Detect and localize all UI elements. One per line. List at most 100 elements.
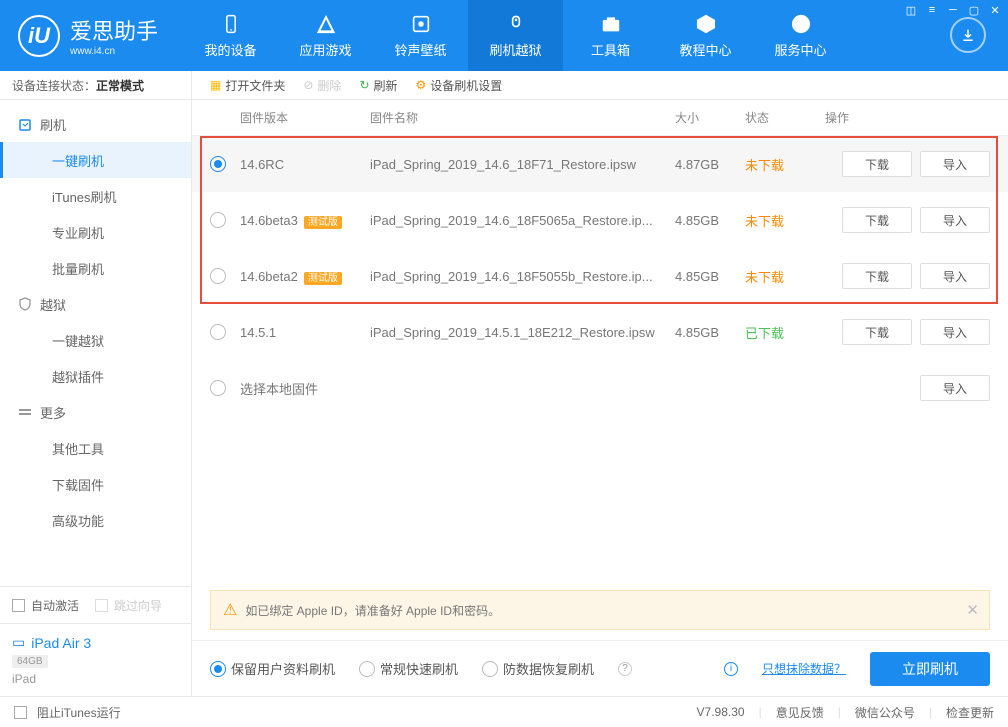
sidebar-item[interactable]: 专业刷机 xyxy=(0,214,191,250)
firmware-row[interactable]: 14.6beta3测试版iPad_Spring_2019_14.6_18F506… xyxy=(192,192,1008,248)
row-size: 4.85GB xyxy=(675,269,745,284)
sidebar-group[interactable]: 越狱 xyxy=(0,286,191,322)
mode-bar: 保留用户资料刷机 常规快速刷机 防数据恢复刷机 ? i 只想抹除数据？ 立即刷机 xyxy=(192,640,1008,696)
tip-text: 如已绑定 Apple ID，请准备好 Apple ID和密码。 xyxy=(245,602,500,619)
nav-icon xyxy=(220,13,242,35)
firmware-row[interactable]: 14.6beta2测试版iPad_Spring_2019_14.6_18F505… xyxy=(192,248,1008,304)
nav-tab-4[interactable]: 工具箱 xyxy=(563,0,658,71)
group-icon xyxy=(18,405,32,419)
nav-tab-6[interactable]: 服务中心 xyxy=(753,0,848,71)
minimize-icon[interactable]: ─ xyxy=(944,2,962,18)
mode-radio[interactable] xyxy=(482,661,498,677)
settings-button[interactable]: ⚙设备刷机设置 xyxy=(416,77,503,94)
status-value: 正常模式 xyxy=(96,77,144,94)
sidebar-group[interactable]: 更多 xyxy=(0,394,191,430)
nav-icon xyxy=(695,13,717,35)
mode-option[interactable]: 防数据恢复刷机 xyxy=(482,659,594,678)
device-icon: ▭ xyxy=(12,634,25,651)
status-bar: 设备连接状态： 正常模式 xyxy=(0,71,191,100)
sidebar-item[interactable]: 一键刷机 xyxy=(0,142,191,178)
auto-activate-checkbox[interactable] xyxy=(12,599,25,612)
nav-tab-1[interactable]: 应用游戏 xyxy=(278,0,373,71)
row-radio[interactable] xyxy=(210,324,226,340)
row-version: 14.6beta3测试版 xyxy=(240,213,370,228)
close-icon[interactable]: ✕ xyxy=(986,2,1004,18)
beta-badge: 测试版 xyxy=(304,216,342,229)
nav-icon xyxy=(315,13,337,35)
row-action-button[interactable]: 导入 xyxy=(920,151,990,177)
mode-radio[interactable] xyxy=(359,661,375,677)
row-action-button[interactable]: 导入 xyxy=(920,319,990,345)
nav-label: 刷机越狱 xyxy=(490,40,542,59)
device-info[interactable]: ▭iPad Air 3 64GB iPad xyxy=(0,623,191,696)
row-action-button[interactable]: 下载 xyxy=(842,263,912,289)
row-radio[interactable] xyxy=(210,156,226,172)
firmware-row[interactable]: 14.5.1iPad_Spring_2019_14.5.1_18E212_Res… xyxy=(192,304,1008,360)
row-version: 14.6beta2测试版 xyxy=(240,269,370,284)
sidebar-item[interactable]: 下载固件 xyxy=(0,466,191,502)
tip-bar: ⚠ 如已绑定 Apple ID，请准备好 Apple ID和密码。 ✕ xyxy=(210,590,990,630)
erase-link[interactable]: 只想抹除数据？ xyxy=(762,660,846,677)
sidebar-item[interactable]: 一键越狱 xyxy=(0,322,191,358)
nav-tab-3[interactable]: 刷机越狱 xyxy=(468,0,563,71)
info-icon: i xyxy=(724,662,738,676)
col-status: 状态 xyxy=(745,109,825,126)
beta-badge: 测试版 xyxy=(304,272,342,285)
row-action-button[interactable]: 下载 xyxy=(842,151,912,177)
row-action-button[interactable]: 导入 xyxy=(920,263,990,289)
nav-icon xyxy=(790,13,812,35)
col-size: 大小 xyxy=(675,109,745,126)
toolbar: ▦打开文件夹 ⊘删除 ↻刷新 ⚙设备刷机设置 xyxy=(192,71,1008,100)
feedback-link[interactable]: 意见反馈 xyxy=(776,704,824,721)
nav-label: 应用游戏 xyxy=(300,40,352,59)
skip-guide-label: 跳过向导 xyxy=(114,597,162,614)
sidebar-item[interactable]: iTunes刷机 xyxy=(0,178,191,214)
row-status: 已下载 xyxy=(745,323,825,342)
download-circle-icon[interactable] xyxy=(950,17,986,53)
firmware-row[interactable]: 14.6RCiPad_Spring_2019_14.6_18F71_Restor… xyxy=(192,136,1008,192)
row-version: 14.5.1 xyxy=(240,325,370,340)
version-label: V7.98.30 xyxy=(697,705,745,719)
mode-radio[interactable] xyxy=(210,661,226,677)
firmware-row[interactable]: 选择本地固件 导入 xyxy=(192,360,1008,416)
nav-label: 我的设备 xyxy=(205,40,257,59)
row-radio[interactable] xyxy=(210,268,226,284)
help-icon[interactable]: ? xyxy=(618,662,632,676)
row-version: 选择本地固件 xyxy=(240,379,370,398)
sidebar-item[interactable]: 越狱插件 xyxy=(0,358,191,394)
main-panel: ▦打开文件夹 ⊘删除 ↻刷新 ⚙设备刷机设置 固件版本 固件名称 大小 状态 操… xyxy=(192,71,1008,696)
row-size: 4.87GB xyxy=(675,157,745,172)
row-action-button[interactable]: 下载 xyxy=(842,319,912,345)
maximize-icon[interactable]: ▢ xyxy=(965,2,983,18)
update-link[interactable]: 检查更新 xyxy=(946,704,994,721)
menu-icon[interactable]: ≡ xyxy=(923,2,941,18)
row-radio[interactable] xyxy=(210,380,226,396)
group-icon xyxy=(18,297,32,311)
open-folder-button[interactable]: ▦打开文件夹 xyxy=(210,77,285,94)
logo-badge: iU xyxy=(18,15,60,57)
flash-button[interactable]: 立即刷机 xyxy=(870,652,990,686)
logo: iU 爱思助手 www.i4.cn xyxy=(0,0,183,71)
footer: 阻止iTunes运行 V7.98.30 | 意见反馈 | 微信公众号 | 检查更… xyxy=(0,696,1008,727)
sidebar-item[interactable]: 其他工具 xyxy=(0,430,191,466)
row-radio[interactable] xyxy=(210,212,226,228)
nav-tab-2[interactable]: 铃声壁纸 xyxy=(373,0,468,71)
refresh-button[interactable]: ↻刷新 xyxy=(359,77,397,94)
tip-close-icon[interactable]: ✕ xyxy=(966,601,979,619)
wechat-link[interactable]: 微信公众号 xyxy=(855,704,915,721)
skip-guide-checkbox[interactable] xyxy=(95,599,108,612)
row-action-button[interactable]: 导入 xyxy=(920,207,990,233)
row-action-button[interactable]: 导入 xyxy=(920,375,990,401)
sidebar-item[interactable]: 批量刷机 xyxy=(0,250,191,286)
block-itunes-checkbox[interactable] xyxy=(14,706,27,719)
mode-option[interactable]: 保留用户资料刷机 xyxy=(210,659,335,678)
sidebar: 设备连接状态： 正常模式 刷机一键刷机iTunes刷机专业刷机批量刷机越狱一键越… xyxy=(0,71,192,696)
row-size: 4.85GB xyxy=(675,325,745,340)
nav-tab-5[interactable]: 教程中心 xyxy=(658,0,753,71)
mode-option[interactable]: 常规快速刷机 xyxy=(359,659,458,678)
sidebar-group[interactable]: 刷机 xyxy=(0,106,191,142)
theme-icon[interactable]: ◫ xyxy=(902,2,920,18)
sidebar-item[interactable]: 高级功能 xyxy=(0,502,191,538)
row-action-button[interactable]: 下载 xyxy=(842,207,912,233)
nav-tab-0[interactable]: 我的设备 xyxy=(183,0,278,71)
